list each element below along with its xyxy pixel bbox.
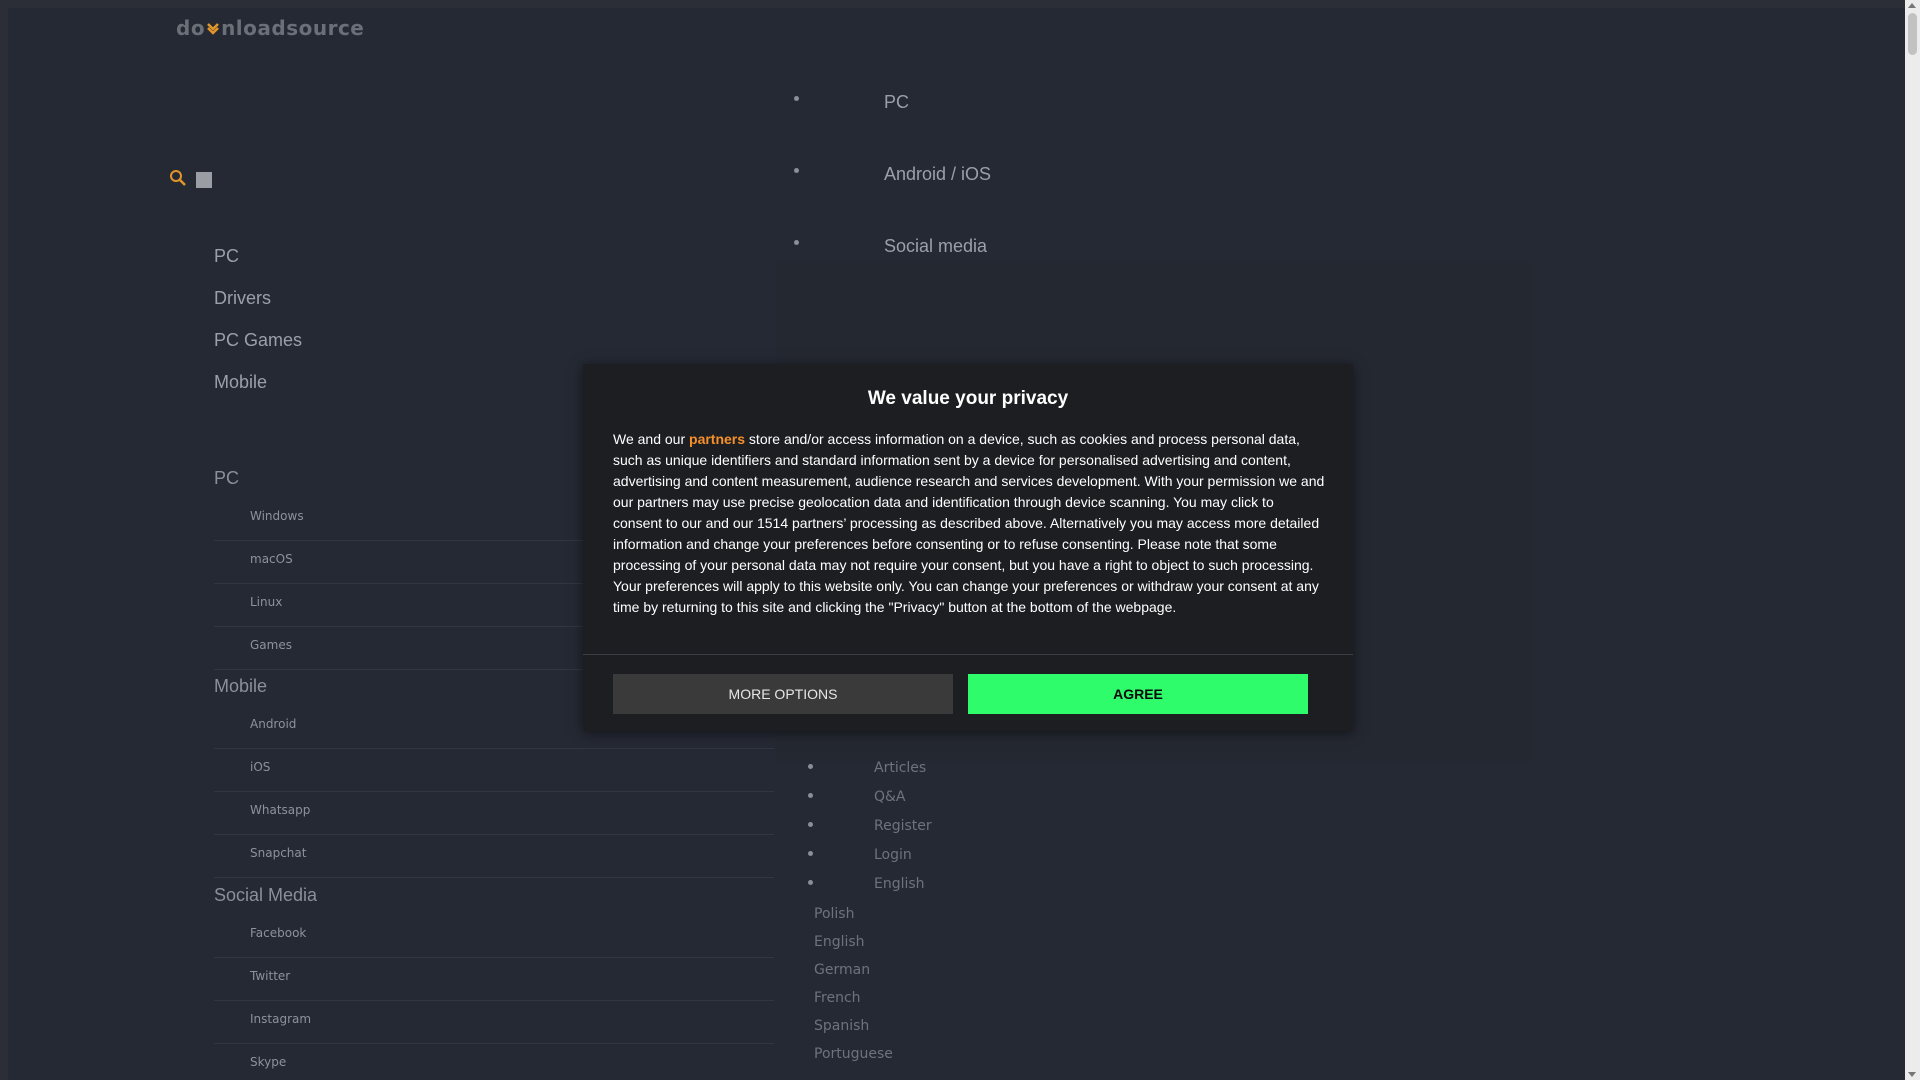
category-social-media: Social Media Facebook Twitter Instagram …	[214, 885, 774, 1080]
subcategory-item[interactable]: Snapchat	[214, 835, 774, 878]
more-options-button[interactable]: MORE OPTIONS	[613, 674, 953, 714]
language-option[interactable]: Polish	[814, 906, 893, 934]
consent-text: We and our partners store and/or access …	[613, 429, 1325, 618]
subcategory-item[interactable]: Instagram	[214, 1001, 774, 1044]
scroll-up-arrow-icon[interactable]	[1908, 3, 1916, 8]
category-title[interactable]: Social Media	[214, 885, 774, 915]
bullet-icon	[808, 880, 813, 885]
left-nav-item-drivers[interactable]: Drivers	[214, 288, 302, 330]
bullet-icon	[794, 96, 799, 101]
logo-text-part-1: do	[176, 16, 206, 40]
subcategory-list: Android iOS Whatsapp Snapchat	[214, 706, 774, 878]
subcategory-item[interactable]: Whatsapp	[214, 792, 774, 835]
divider	[583, 654, 1353, 655]
bullet-icon	[808, 793, 813, 798]
agree-button[interactable]: AGREE	[968, 674, 1308, 714]
user-menu-register[interactable]: Register	[874, 818, 932, 834]
language-list: Polish English German French Spanish Por…	[814, 906, 893, 1074]
consent-text-body: store and/or access information on a dev…	[613, 431, 1325, 615]
left-nav-item-pc[interactable]: PC	[214, 246, 302, 288]
download-chevron-icon	[207, 23, 219, 35]
bullet-icon	[808, 822, 813, 827]
left-nav-item-mobile[interactable]: Mobile	[214, 372, 302, 414]
consent-title: We value your privacy	[867, 388, 1069, 409]
site-logo[interactable]: do nloadsource	[176, 16, 364, 40]
user-menu-articles[interactable]: Articles	[874, 760, 926, 776]
top-menu-social-media[interactable]: Social media	[884, 236, 987, 257]
top-menu-pc[interactable]: PC	[884, 92, 909, 113]
language-option[interactable]: Portuguese	[814, 1046, 893, 1074]
subcategory-list: Facebook Twitter Instagram Skype	[214, 915, 774, 1080]
search-input[interactable]	[196, 172, 212, 188]
top-menu-android-ios[interactable]: Android / iOS	[884, 164, 991, 185]
bullet-icon	[794, 240, 799, 245]
bullet-icon	[794, 168, 799, 173]
language-option[interactable]: French	[814, 990, 893, 1018]
user-menu-qa[interactable]: Q&A	[874, 789, 906, 805]
partners-link[interactable]: partners	[689, 431, 745, 447]
scroll-down-arrow-icon[interactable]	[1908, 1072, 1916, 1077]
consent-dialog: We value your privacy We and our partner…	[583, 364, 1353, 731]
bullet-icon	[808, 764, 813, 769]
page: do nloadsource PC Drivers PC Games Mobil…	[8, 8, 1905, 1080]
language-option[interactable]: German	[814, 962, 893, 990]
user-menu-login[interactable]: Login	[874, 847, 912, 863]
subcategory-item[interactable]: iOS	[214, 749, 774, 792]
scrollbar-thumb[interactable]	[1908, 13, 1917, 55]
subcategory-item[interactable]: Skype	[214, 1044, 774, 1080]
logo-text-part-2: nloadsource	[221, 16, 365, 40]
subcategory-item[interactable]: Facebook	[214, 915, 774, 958]
consent-text-intro: We and our	[613, 431, 690, 447]
left-nav-item-pc-games[interactable]: PC Games	[214, 330, 302, 372]
language-option[interactable]: English	[814, 934, 893, 962]
bullet-icon	[808, 851, 813, 856]
left-nav: PC Drivers PC Games Mobile	[214, 246, 302, 414]
vertical-scrollbar[interactable]	[1905, 0, 1920, 1080]
subcategory-item[interactable]: Twitter	[214, 958, 774, 1001]
user-menu-language[interactable]: English	[874, 876, 925, 892]
search-icon[interactable]	[168, 168, 188, 188]
language-option[interactable]: Spanish	[814, 1018, 893, 1046]
